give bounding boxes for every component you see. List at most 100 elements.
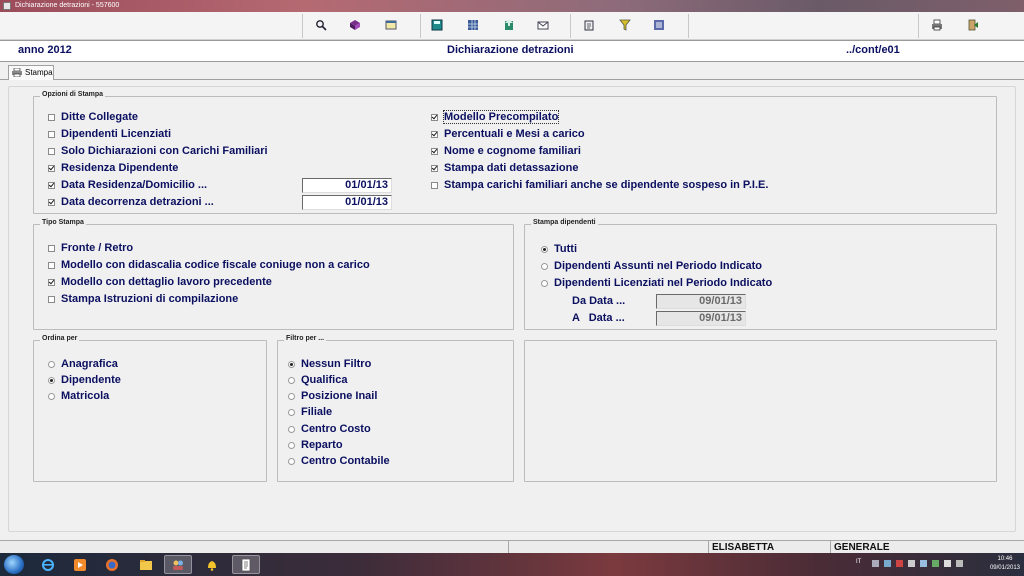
checkbox-fronte-retro[interactable]: Fronte / Retro [48, 242, 133, 254]
checkbox[interactable] [48, 295, 55, 303]
radio-posizione-inail[interactable]: Posizione Inail [288, 390, 377, 402]
radio-filiale[interactable]: Filiale [288, 406, 332, 418]
radio[interactable] [48, 376, 55, 384]
radio-matricola[interactable]: Matricola [48, 390, 109, 402]
checkbox[interactable] [48, 164, 55, 172]
group-title: Opzioni di Stampa [40, 91, 106, 98]
printer-icon [12, 68, 22, 77]
radio[interactable] [288, 360, 295, 368]
data-decorrenza-field[interactable]: 01/01/13 [302, 195, 392, 210]
window-icon[interactable] [384, 18, 398, 32]
checkbox-solo-carichi-familiari[interactable]: Solo Dichiarazioni con Carichi Familiari [48, 145, 268, 157]
app-icon [3, 2, 11, 10]
save-icon[interactable] [430, 18, 444, 32]
checkbox-istruzioni-compilazione[interactable]: Stampa Istruzioni di compilazione [48, 293, 238, 305]
radio-anagrafica[interactable]: Anagrafica [48, 358, 118, 370]
media-player-icon[interactable] [66, 555, 94, 574]
checkbox[interactable] [48, 198, 55, 206]
year-label: anno 2012 [18, 44, 72, 56]
checkbox-data-decorrenza[interactable]: Data decorrenza detrazioni ... [48, 196, 214, 208]
keyboard-icon[interactable] [872, 560, 879, 567]
checkbox[interactable] [431, 164, 438, 172]
radio-centro-costo[interactable]: Centro Costo [288, 423, 371, 435]
checkbox-percentuali-mesi[interactable]: Percentuali e Mesi a carico [431, 128, 585, 140]
checkbox[interactable] [431, 147, 438, 155]
mail-icon[interactable] [536, 18, 550, 32]
radio[interactable] [288, 408, 295, 416]
radio-tutti[interactable]: Tutti [541, 243, 577, 255]
radio[interactable] [288, 441, 295, 449]
radio-qualifica[interactable]: Qualifica [288, 374, 347, 386]
da-data-field[interactable]: 09/01/13 [656, 294, 746, 309]
radio[interactable] [48, 360, 55, 368]
a-data-field[interactable]: 09/01/13 [656, 311, 746, 326]
folder-icon[interactable] [132, 555, 160, 574]
radio-dipendenti-licenziati[interactable]: Dipendenti Licenziati nel Periodo Indica… [541, 277, 772, 289]
checkbox-residenza-dipendente[interactable]: Residenza Dipendente [48, 162, 178, 174]
checkbox-nome-cognome-familiari[interactable]: Nome e cognome familiari [431, 145, 581, 157]
tab-stampa[interactable]: Stampa [8, 65, 54, 81]
checkbox[interactable] [48, 147, 55, 155]
checkbox-dati-detassazione[interactable]: Stampa dati detassazione [431, 162, 579, 174]
search-icon[interactable] [314, 18, 328, 32]
bell-icon[interactable] [198, 555, 226, 574]
app-users-icon[interactable] [164, 555, 192, 574]
radio-dipendenti-assunti[interactable]: Dipendenti Assunti nel Periodo Indicato [541, 260, 762, 272]
checkbox-data-residenza[interactable]: Data Residenza/Domicilio ... [48, 179, 207, 191]
cube-icon[interactable] [348, 18, 362, 32]
radio-dipendente[interactable]: Dipendente [48, 374, 121, 386]
window-title: Dichiarazione detrazioni - 557600 [15, 2, 120, 9]
clock[interactable]: 10:46 09/01/2013 [990, 555, 1020, 573]
language-indicator[interactable]: IT [856, 559, 861, 565]
document-app-icon[interactable] [232, 555, 260, 574]
export-icon[interactable] [502, 18, 516, 32]
exit-icon[interactable] [966, 18, 980, 32]
print-icon[interactable] [930, 18, 944, 32]
checkbox[interactable] [48, 244, 55, 252]
radio[interactable] [288, 425, 295, 433]
radio[interactable] [288, 392, 295, 400]
checkbox[interactable] [48, 130, 55, 138]
volume-icon[interactable] [908, 560, 915, 567]
network-icon[interactable] [884, 560, 891, 567]
checkbox[interactable] [431, 130, 438, 138]
checkbox-ditte-collegate[interactable]: Ditte Collegate [48, 111, 138, 123]
window-title-bar: Dichiarazione detrazioni - 557600 [0, 0, 1024, 12]
radio-centro-contabile[interactable]: Centro Contabile [288, 455, 390, 467]
firefox-icon[interactable] [98, 555, 126, 574]
speaker-icon[interactable] [944, 560, 951, 567]
security-icon[interactable] [896, 560, 903, 567]
radio[interactable] [48, 392, 55, 400]
flag-icon[interactable] [956, 560, 963, 567]
checkbox-dettaglio-lavoro-precedente[interactable]: Modello con dettaglio lavoro precedente [48, 276, 272, 288]
radio[interactable] [541, 245, 548, 253]
start-button[interactable] [4, 555, 24, 574]
checkbox-didascalia-coniuge[interactable]: Modello con didascalia codice fiscale co… [48, 259, 370, 271]
checkbox-modello-precompilato[interactable]: Modello Precompilato [431, 110, 560, 124]
radio-nessun-filtro[interactable]: Nessun Filtro [288, 358, 371, 370]
radio[interactable] [288, 376, 295, 384]
internet-explorer-icon[interactable] [34, 555, 62, 574]
filter-icon[interactable] [618, 18, 632, 32]
data-residenza-field[interactable]: 01/01/13 [302, 178, 392, 193]
radio[interactable] [288, 457, 295, 465]
main-panel: Opzioni di Stampa Ditte Collegate Dipend… [0, 80, 1024, 540]
checkbox-carichi-familiari-sospeso[interactable]: Stampa carichi familiari anche se dipend… [431, 179, 768, 191]
checkbox[interactable] [48, 113, 55, 121]
checkbox[interactable] [48, 278, 55, 286]
checkbox[interactable] [431, 113, 438, 121]
program-path: ../cont/e01 [846, 44, 900, 56]
monitor-icon[interactable] [920, 560, 927, 567]
radio-reparto[interactable]: Reparto [288, 439, 343, 451]
checkbox-dipendenti-licenziati[interactable]: Dipendenti Licenziati [48, 128, 171, 140]
battery-icon[interactable] [932, 560, 939, 567]
checkbox[interactable] [48, 261, 55, 269]
checkbox[interactable] [431, 181, 438, 189]
list-icon[interactable] [652, 18, 666, 32]
checkbox[interactable] [48, 181, 55, 189]
radio[interactable] [541, 262, 548, 270]
clipboard-icon[interactable] [582, 18, 596, 32]
grid-icon[interactable] [466, 18, 480, 32]
toolbar-separator [302, 14, 303, 38]
radio[interactable] [541, 279, 548, 287]
